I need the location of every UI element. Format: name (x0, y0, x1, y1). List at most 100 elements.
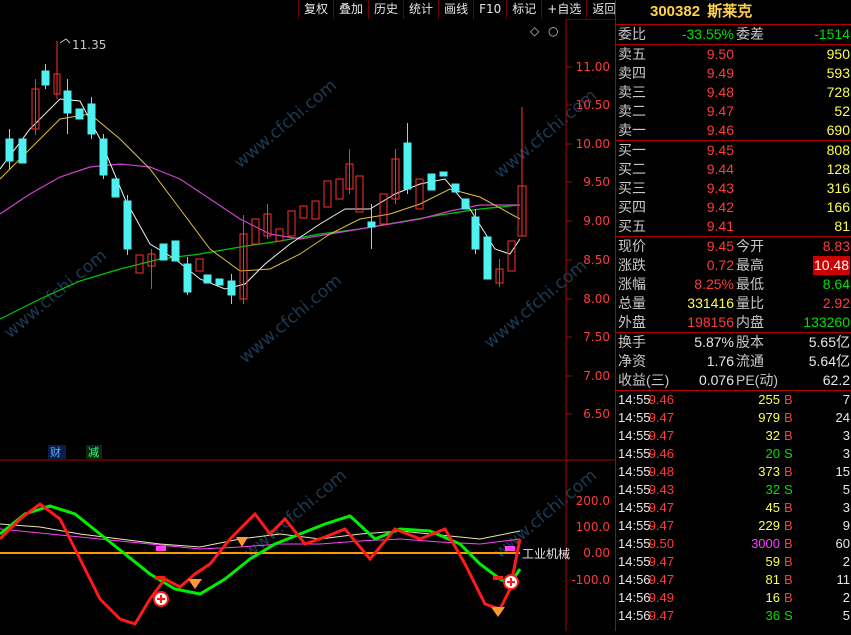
indicator-tick-label: 0.00 (583, 546, 610, 560)
tick-side: B (784, 464, 793, 479)
tick-vol: 16 (765, 590, 780, 605)
diamond-signal-icon (188, 579, 202, 589)
tick-row[interactable]: 14:55 9.43 32 S 5 (616, 481, 851, 499)
toolbar-fuquan-button[interactable]: 复权 (298, 0, 333, 19)
tick-row[interactable]: 14:55 9.48 373 B 15 (616, 463, 851, 481)
tick-row[interactable]: 14:56 9.47 81 B 11 (616, 571, 851, 589)
order-book-row[interactable]: 卖二 9.47 52 (616, 102, 851, 121)
tick-n: 3 (842, 500, 850, 515)
indicator-tick-label: 200.0 (576, 494, 610, 508)
price-tick-label: 9.00 (583, 214, 610, 228)
tick-list[interactable]: 14:55 9.46 255 B 7 14:55 9.47 979 B 24 14:55 9.47 32… (616, 391, 851, 625)
tick-vol: 3000 (751, 536, 780, 551)
tick-row[interactable]: 14:55 9.47 32 B 3 (616, 427, 851, 445)
order-book-row[interactable]: 卖一 9.46 690 (616, 121, 851, 140)
tick-n: 11 (836, 572, 851, 587)
tick-time: 14:56 (618, 572, 651, 587)
price-stats: 现价 9.45 今开 8.83 涨跌 0.72 最高 10.48 涨幅 8.25… (616, 237, 851, 332)
price-tick-label: 7.50 (583, 330, 610, 344)
tick-price: 9.47 (648, 608, 674, 623)
reduce-tag[interactable]: 减 (88, 446, 99, 459)
indicator-tick-label: -100.0 (571, 573, 610, 587)
weibi-value: -33.55% (681, 26, 734, 42)
finance-tag[interactable]: 财 (50, 445, 61, 459)
toolbar-overlay-button[interactable]: 叠加 (333, 0, 368, 19)
tick-time: 14:56 (618, 590, 651, 605)
tick-row[interactable]: 14:56 9.47 36 S 5 (616, 607, 851, 625)
tick-time: 14:55 (618, 446, 651, 461)
stock-code: 300382 (650, 3, 701, 20)
tick-time: 14:55 (618, 410, 651, 425)
tick-n: 9 (842, 518, 850, 533)
order-book-row[interactable]: 买二 9.44 128 (616, 160, 851, 179)
tick-price: 9.47 (648, 410, 674, 425)
tick-side: B (784, 536, 793, 551)
tick-row[interactable]: 14:55 9.47 59 B 2 (616, 553, 851, 571)
tick-time: 14:56 (618, 608, 651, 623)
tick-row[interactable]: 14:55 9.46 255 B 7 (616, 391, 851, 409)
finance-row: 收益(三) 0.076 PE(动) 62.2 (618, 372, 850, 388)
stock-name: 斯莱克 (707, 3, 753, 20)
order-book-row[interactable]: 买三 9.43 316 (616, 179, 851, 198)
tick-side: S (784, 608, 793, 623)
weicha-label: 委差 (736, 26, 764, 42)
tick-row[interactable]: 14:55 9.47 229 B 9 (616, 517, 851, 535)
tick-row[interactable]: 14:55 9.47 979 B 24 (616, 409, 851, 427)
toolbar-add-watchlist-button[interactable]: +自选 (541, 0, 586, 19)
price-tick-label: 8.00 (583, 292, 610, 306)
tick-n: 5 (842, 608, 850, 623)
tick-time: 14:55 (618, 428, 651, 443)
price-tick-label: 7.00 (583, 369, 610, 383)
tick-price: 9.50 (648, 536, 674, 551)
toolbar-stats-button[interactable]: 统计 (403, 0, 438, 19)
tick-side: B (784, 572, 793, 587)
order-book-row[interactable]: 卖三 9.48 728 (616, 83, 851, 102)
tick-n: 2 (842, 554, 850, 569)
tick-time: 14:55 (618, 554, 651, 569)
watermark-text: www.cfchi.com (235, 271, 345, 368)
tick-row[interactable]: 14:55 9.46 20 S 3 (616, 445, 851, 463)
tick-side: B (784, 410, 793, 425)
kline-chart-area[interactable]: www.cfchi.com www.cfchi.com www.cfchi.co… (0, 18, 615, 631)
tick-row[interactable]: 14:56 9.49 16 B 2 (616, 589, 851, 607)
stat-row: 现价 9.45 今开 8.83 (618, 238, 850, 254)
tick-vol: 32 (765, 482, 780, 497)
stat-row: 涨跌 0.72 最高 10.48 (618, 256, 850, 275)
tick-side: S (784, 446, 793, 461)
tick-vol: 45 (765, 500, 780, 515)
tick-side: S (784, 482, 793, 497)
tick-vol: 36 (765, 608, 780, 623)
order-book-row[interactable]: 卖五 9.50 950 (616, 45, 851, 64)
price-tick-label: 9.50 (583, 175, 610, 189)
tick-row[interactable]: 14:55 9.47 45 B 3 (616, 499, 851, 517)
tick-vol: 59 (765, 554, 780, 569)
watermark-text: www.cfchi.com (230, 76, 340, 173)
order-book-row[interactable]: 买四 9.42 166 (616, 198, 851, 217)
tick-row[interactable]: 14:55 9.50 3000 B 60 (616, 535, 851, 553)
ma-5-line (0, 98, 521, 290)
tick-vol: 32 (765, 428, 780, 443)
tick-price: 9.47 (648, 572, 674, 587)
toolbar-f10-button[interactable]: F10 (473, 0, 506, 19)
chart-toolbar: 复权 叠加 历史 统计 画线 F10 标记 +自选 返回 (298, 0, 621, 19)
order-book-row[interactable]: 买一 9.45 808 (616, 141, 851, 160)
weibi-row: 委比 -33.55% 委差 -1514 (616, 25, 851, 44)
tick-n: 60 (835, 536, 850, 551)
toolbar-history-button[interactable]: 历史 (368, 0, 403, 19)
order-book-row[interactable]: 卖四 9.49 593 (616, 64, 851, 83)
tick-time: 14:55 (618, 464, 651, 479)
toolbar-mark-button[interactable]: 标记 (506, 0, 541, 19)
marker-bar (505, 546, 515, 551)
indicator-red-line (0, 502, 522, 626)
order-book-row[interactable]: 买五 9.41 81 (616, 217, 851, 236)
price-tick-label: 11.00 (576, 60, 610, 74)
diamond-icon[interactable]: ◇ (530, 24, 540, 38)
toolbar-draw-button[interactable]: 画线 (438, 0, 473, 19)
finance-row: 净资 1.76 流通 5.64亿 (618, 353, 850, 369)
finance-row: 换手 5.87% 股本 5.65亿 (618, 334, 850, 350)
price-tick-label: 10.00 (576, 137, 610, 151)
tick-time: 14:55 (618, 536, 651, 551)
stat-row: 总量 331416 量比 2.92 (618, 295, 850, 311)
tick-n: 15 (835, 464, 850, 479)
sell-book: 卖五 9.50 950 卖四 9.49 593 卖三 9.48 728 卖二 9… (616, 45, 851, 140)
